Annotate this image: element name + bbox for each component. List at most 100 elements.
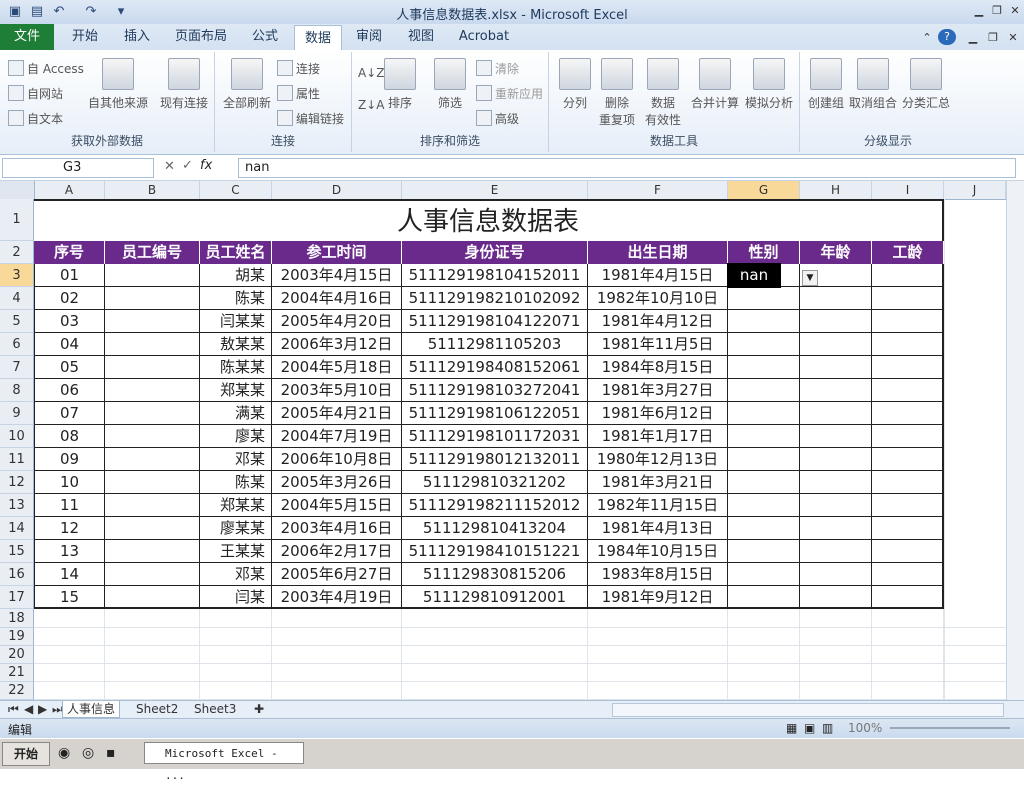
sheet-title[interactable]: 人事信息数据表	[34, 199, 944, 241]
row-header-6[interactable]: 6	[0, 333, 34, 356]
zoom-level[interactable]: 100%	[848, 721, 882, 735]
table-cell[interactable]	[105, 494, 200, 517]
header-cell[interactable]: 参工时间	[272, 241, 402, 264]
table-cell[interactable]: 1981年1月17日	[588, 425, 728, 448]
table-cell[interactable]	[800, 494, 872, 517]
table-cell[interactable]: 2006年3月12日	[272, 333, 402, 356]
table-cell[interactable]: 14	[34, 563, 105, 586]
table-cell[interactable]	[872, 586, 944, 609]
table-cell[interactable]	[105, 310, 200, 333]
table-cell[interactable]: 1981年3月27日	[588, 379, 728, 402]
table-cell[interactable]: 2004年7月19日	[272, 425, 402, 448]
sheet-tab-sheet3[interactable]: Sheet3	[190, 701, 240, 717]
table-cell[interactable]: 1980年12月13日	[588, 448, 728, 471]
from-text-button[interactable]: 自文本	[8, 110, 63, 127]
table-cell[interactable]: 邓某	[200, 563, 272, 586]
tab-data[interactable]: 数据	[294, 25, 342, 51]
existing-connections-button[interactable]: 现有连接	[156, 58, 212, 111]
table-cell[interactable]	[800, 448, 872, 471]
table-cell[interactable]	[105, 264, 200, 287]
browser-icon[interactable]: ◎	[82, 745, 94, 761]
ie-icon[interactable]: ◉	[58, 745, 70, 761]
table-cell[interactable]	[800, 356, 872, 379]
tab-review[interactable]: 审阅	[344, 24, 394, 50]
sort-button[interactable]: 排序	[382, 58, 418, 111]
validation-dropdown-icon[interactable]: ▼	[802, 270, 818, 286]
header-cell[interactable]: 性别	[728, 241, 800, 264]
table-cell[interactable]: 闫某某	[200, 310, 272, 333]
row-header-19[interactable]: 19	[0, 628, 34, 646]
table-cell[interactable]: 1981年3月21日	[588, 471, 728, 494]
remove-duplicates-button[interactable]: 删除 重复项	[597, 58, 637, 128]
row-header-7[interactable]: 7	[0, 356, 34, 379]
table-cell[interactable]	[728, 402, 800, 425]
table-cell[interactable]: 2005年6月27日	[272, 563, 402, 586]
table-cell[interactable]: 05	[34, 356, 105, 379]
row-header-12[interactable]: 12	[0, 471, 34, 494]
table-cell[interactable]: 03	[34, 310, 105, 333]
table-cell[interactable]: 1981年4月15日	[588, 264, 728, 287]
help-icon[interactable]: ?	[938, 29, 956, 45]
header-cell[interactable]: 出生日期	[588, 241, 728, 264]
tab-insert[interactable]: 插入	[112, 24, 162, 50]
table-cell[interactable]	[105, 448, 200, 471]
table-cell[interactable]	[105, 356, 200, 379]
table-cell[interactable]	[728, 517, 800, 540]
row-header-16[interactable]: 16	[0, 563, 34, 586]
table-cell[interactable]: 2003年4月15日	[272, 264, 402, 287]
table-cell[interactable]	[105, 425, 200, 448]
table-cell[interactable]: 1981年6月12日	[588, 402, 728, 425]
page-layout-view-icon[interactable]: ▣	[804, 721, 815, 735]
tab-acrobat[interactable]: Acrobat	[452, 24, 516, 50]
row-header-9[interactable]: 9	[0, 402, 34, 425]
table-cell[interactable]	[728, 333, 800, 356]
table-cell[interactable]: 511129198106122051	[402, 402, 588, 425]
table-cell[interactable]	[800, 333, 872, 356]
row-header-5[interactable]: 5	[0, 310, 34, 333]
table-cell[interactable]: 廖某某	[200, 517, 272, 540]
table-cell[interactable]: 12	[34, 517, 105, 540]
table-cell[interactable]: 2006年10月8日	[272, 448, 402, 471]
table-cell[interactable]: 廖某	[200, 425, 272, 448]
column-header-g[interactable]: G	[728, 181, 800, 199]
row-header-18[interactable]: 18	[0, 609, 34, 628]
table-cell[interactable]	[728, 471, 800, 494]
row-header-13[interactable]: 13	[0, 494, 34, 517]
column-header-b[interactable]: B	[105, 181, 200, 199]
table-cell[interactable]: 2005年4月21日	[272, 402, 402, 425]
table-cell[interactable]: 2005年4月20日	[272, 310, 402, 333]
table-cell[interactable]	[728, 356, 800, 379]
from-web-button[interactable]: 自网站	[8, 85, 63, 102]
table-cell[interactable]	[728, 379, 800, 402]
subtotal-button[interactable]: 分类汇总	[900, 58, 952, 111]
start-button[interactable]: 开始	[2, 742, 50, 766]
row-header-17[interactable]: 17	[0, 586, 34, 609]
formula-input[interactable]: nan	[238, 158, 1016, 178]
group-button[interactable]: 创建组	[804, 58, 848, 111]
table-cell[interactable]	[872, 563, 944, 586]
table-cell[interactable]: 06	[34, 379, 105, 402]
table-cell[interactable]: 511129198103272041	[402, 379, 588, 402]
row-header-20[interactable]: 20	[0, 646, 34, 664]
table-cell[interactable]	[800, 517, 872, 540]
table-cell[interactable]	[728, 586, 800, 609]
table-cell[interactable]	[872, 287, 944, 310]
table-cell[interactable]: 王某某	[200, 540, 272, 563]
properties-button[interactable]: 属性	[277, 85, 320, 102]
name-box[interactable]: G3	[2, 158, 154, 178]
table-cell[interactable]: 13	[34, 540, 105, 563]
text-to-columns-button[interactable]: 分列	[555, 58, 595, 111]
table-cell[interactable]: 51112981105203	[402, 333, 588, 356]
doc-close-icon[interactable]: ✕	[1004, 30, 1022, 46]
column-header-j[interactable]: J	[944, 181, 1006, 199]
table-cell[interactable]: 1982年11月15日	[588, 494, 728, 517]
ribbon-minimize-icon[interactable]: ⌃	[918, 30, 936, 46]
table-cell[interactable]: 1981年9月12日	[588, 586, 728, 609]
table-cell[interactable]: 1983年8月15日	[588, 563, 728, 586]
taskbar-excel-item[interactable]: Microsoft Excel - ...	[144, 742, 304, 782]
table-cell[interactable]: 10	[34, 471, 105, 494]
header-cell[interactable]: 员工姓名	[200, 241, 272, 264]
table-cell[interactable]: 1981年4月12日	[588, 310, 728, 333]
close-icon[interactable]: ✕	[1006, 3, 1024, 19]
row-header-4[interactable]: 4	[0, 287, 34, 310]
